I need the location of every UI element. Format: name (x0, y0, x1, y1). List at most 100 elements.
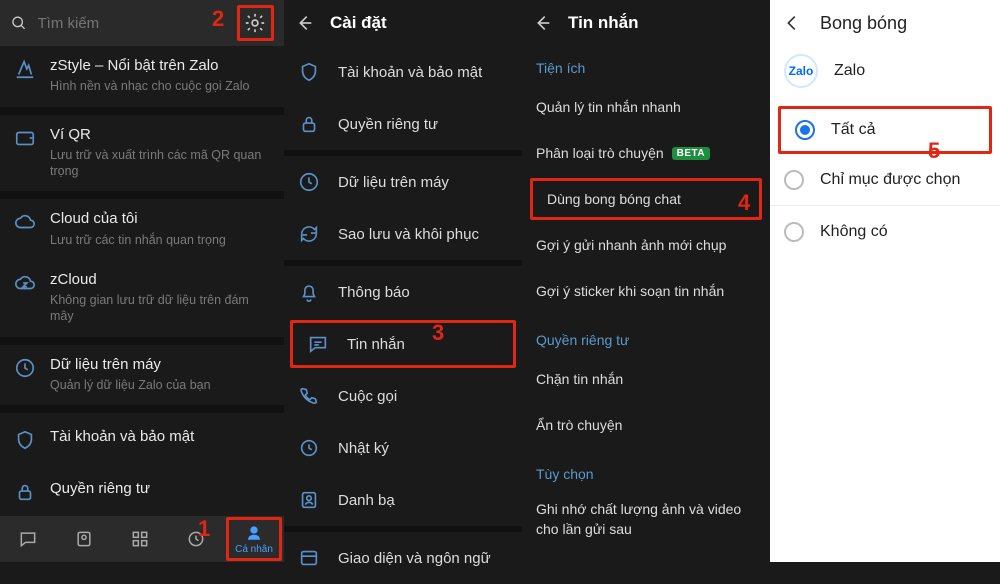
row-block-messages[interactable]: Chặn tin nhắn (522, 356, 770, 402)
zstyle-icon (14, 58, 36, 80)
nav-contacts[interactable] (58, 516, 110, 562)
option-label: Không có (820, 223, 888, 241)
row-hide-chats[interactable]: Ẩn trò chuyện (522, 402, 770, 448)
row-suggest-sticker[interactable]: Gợi ý sticker khi soạn tin nhắn (522, 268, 770, 314)
row-label: Chặn tin nhắn (536, 371, 623, 387)
zcloud-icon (14, 272, 36, 294)
row-chat-bubbles[interactable]: Dùng bong bóng chat (530, 178, 762, 220)
item-title: Cloud của tôi (50, 209, 270, 229)
row-classify-chats[interactable]: Phân loại trò chuyện BETA (522, 130, 770, 176)
shield-icon (298, 61, 320, 83)
row-label: Gợi ý gửi nhanh ảnh mới chụp (536, 237, 726, 253)
row-label: Sao lưu và khôi phục (338, 226, 479, 243)
annotation-3: 3 (432, 320, 444, 346)
annotation-4: 4 (738, 190, 750, 216)
messages-title: Tin nhắn (568, 13, 639, 33)
row-diary[interactable]: Nhật ký (284, 422, 522, 474)
back-button[interactable] (774, 12, 810, 34)
search-icon (10, 13, 28, 33)
row-privacy[interactable]: Quyền riêng tư (284, 98, 522, 150)
row-suggest-new-photos[interactable]: Gợi ý gửi nhanh ảnh mới chụp (522, 222, 770, 268)
data-on-device-item[interactable]: Dữ liệu trên máy Quản lý dữ liệu Zalo của… (0, 345, 284, 406)
row-label: Tin nhắn (347, 336, 405, 353)
bubble-title: Bong bóng (820, 13, 907, 34)
row-backup[interactable]: Sao lưu và khôi phục (284, 208, 522, 260)
clock-icon (298, 437, 320, 459)
zcloud-item[interactable]: zCloudKhông gian lưu trữ dữ liệu trên đá… (0, 260, 284, 337)
data-icon (298, 171, 320, 193)
zalo-app-icon: Zalo (784, 54, 818, 88)
item-title: zCloud (50, 270, 270, 290)
gear-icon (244, 12, 266, 34)
search-input[interactable] (38, 15, 237, 32)
contacts-icon (298, 489, 320, 511)
row-label: Cuộc gọi (338, 388, 397, 405)
option-all[interactable]: Tất cả (778, 106, 992, 154)
annotation-5: 5 (928, 138, 940, 164)
row-contacts[interactable]: Danh bạ (284, 474, 522, 526)
nav-personal[interactable]: Cá nhân (226, 517, 282, 561)
phone-icon (298, 385, 320, 407)
radio-icon (784, 170, 804, 190)
apps-icon (130, 529, 150, 549)
item-sub: Hình nền và nhạc cho cuộc gọi Zalo (50, 78, 270, 94)
message-icon (18, 529, 38, 549)
back-button[interactable] (530, 11, 554, 35)
zstyle-item[interactable]: zStyle – Nổi bật trên Zalo Hình nền và nh… (0, 46, 284, 107)
annotation-2: 2 (212, 6, 224, 32)
account-security-item[interactable]: Tài khoản và bảo mật (0, 413, 284, 465)
row-label: Giao diện và ngôn ngữ (338, 550, 491, 567)
row-data[interactable]: Dữ liệu trên máy (284, 156, 522, 208)
wallet-icon (14, 127, 36, 149)
message-icon (307, 333, 329, 355)
item-title: Ví QR (50, 125, 270, 145)
item-sub: Lưu trữ các tin nhắn quan trọng (50, 232, 270, 248)
settings-gear-button[interactable] (237, 5, 275, 41)
nav-messages[interactable] (2, 516, 54, 562)
item-sub: Không gian lưu trữ dữ liệu trên đám mây (50, 292, 270, 325)
row-label: Thông báo (338, 284, 410, 301)
qr-wallet-item[interactable]: Ví QRLưu trữ và xuất trình các mã QR qua… (0, 115, 284, 192)
row-label: Dữ liệu trên máy (338, 174, 449, 191)
nav-timeline[interactable] (170, 516, 222, 562)
bell-icon (298, 281, 320, 303)
row-label: Ẩn trò chuyện (536, 417, 622, 433)
option-selected-only[interactable]: Chỉ mục được chọn (770, 154, 1000, 206)
lock-icon (14, 481, 36, 503)
chevron-left-icon (781, 12, 803, 34)
radio-icon (795, 120, 815, 140)
row-remember-quality[interactable]: Ghi nhớ chất lượng ảnh và video cho lần … (522, 490, 770, 549)
appearance-icon (298, 547, 320, 569)
row-label: Gợi ý sticker khi soạn tin nhắn (536, 283, 724, 299)
row-account-security[interactable]: Tài khoản và bảo mật (284, 46, 522, 98)
option-none[interactable]: Không có (770, 206, 1000, 258)
app-name: Zalo (834, 62, 865, 80)
row-ui-language[interactable]: Giao diện và ngôn ngữ (284, 532, 522, 584)
option-label: Chỉ mục được chọn (820, 171, 960, 189)
item-sub: Lưu trữ và xuất trình các mã QR quan trọ… (50, 147, 270, 180)
item-sub: Quản lý dữ liệu Zalo của bạn (50, 377, 270, 393)
option-label: Tất cả (831, 121, 875, 139)
app-row: Zalo Zalo (770, 46, 1000, 106)
nav-personal-label: Cá nhân (235, 544, 273, 555)
settings-title: Cài đặt (330, 13, 387, 33)
row-calls[interactable]: Cuộc gọi (284, 370, 522, 422)
row-label: Tài khoản và bảo mật (338, 64, 482, 81)
person-icon (245, 524, 263, 542)
row-label: Dùng bong bóng chat (547, 191, 681, 207)
beta-badge: BETA (672, 147, 710, 160)
lock-icon (298, 113, 320, 135)
my-cloud-item[interactable]: Cloud của tôi Lưu trữ các tin nhắn quan t… (0, 199, 284, 260)
item-title: Dữ liệu trên máy (50, 355, 270, 375)
privacy-item[interactable]: Quyền riêng tư (0, 465, 284, 514)
row-messages[interactable]: Tin nhắn (290, 320, 516, 368)
radio-icon (784, 222, 804, 242)
row-quick-messages[interactable]: Quản lý tin nhắn nhanh (522, 84, 770, 130)
row-label: Ghi nhớ chất lượng ảnh và video cho lần … (536, 501, 741, 537)
section-privacy: Quyền riêng tư (522, 314, 770, 356)
item-title: zStyle – Nổi bật trên Zalo (50, 56, 270, 76)
shield-icon (14, 429, 36, 451)
nav-discover[interactable] (114, 516, 166, 562)
row-notifications[interactable]: Thông báo (284, 266, 522, 318)
back-button[interactable] (292, 11, 316, 35)
